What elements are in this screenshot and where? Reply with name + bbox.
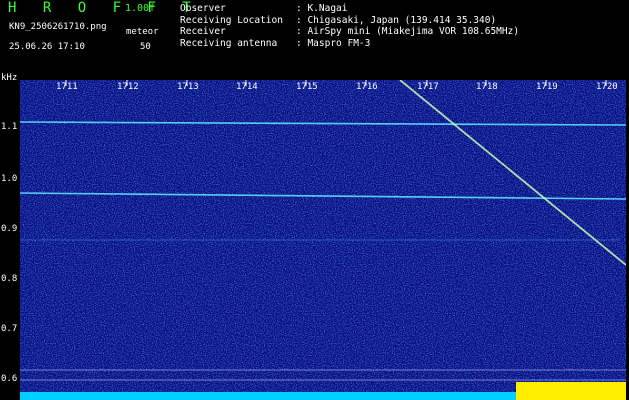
timestamp-label: 25.06.26 17:10 xyxy=(9,42,85,52)
x-tick-1712: 1712 xyxy=(117,82,139,92)
x-tick-1719: 1719 xyxy=(536,82,558,92)
meta-value: : Chigasaki, Japan (139.414 35.340) xyxy=(296,14,497,26)
meta-key: Observer xyxy=(180,3,226,14)
signal-level-strip xyxy=(20,382,626,400)
meta-row-antenna: Receiving antenna : Maspro FM-3 xyxy=(180,38,519,50)
y-tick-0.9: 0.9 xyxy=(1,224,18,234)
y-tick-0.6: 0.6 xyxy=(1,374,18,384)
meta-value: : K.Nagai xyxy=(296,3,348,14)
spectrogram-noise xyxy=(20,80,626,396)
y-axis-unit: kHz xyxy=(1,73,18,83)
filename-label: KN9_2506261710.png xyxy=(9,22,107,32)
x-tick-1716: 1716 xyxy=(356,82,378,92)
y-tick-1.1: 1.1 xyxy=(1,122,18,132)
meta-row-receiver: Receiver : AirSpy mini (Miakejima VOR 108… xyxy=(180,26,519,38)
version-label: 1.00f xyxy=(125,3,156,14)
mode-label: meteor xyxy=(126,27,159,37)
spectrogram-canvas xyxy=(20,80,626,396)
meta-row-observer: Observer : K.Nagai xyxy=(180,3,519,15)
x-tick-1711: 1711 xyxy=(56,82,78,92)
x-tick-1717: 1717 xyxy=(417,82,439,92)
spectrogram xyxy=(20,80,626,396)
app-title: H R O F F T xyxy=(8,0,200,16)
y-tick-1.0: 1.0 xyxy=(1,174,18,184)
x-tick-1720: 1720 xyxy=(596,82,618,92)
station-meta: Observer : K.Nagai Receiving Location : Ch… xyxy=(180,3,519,49)
x-tick-1715: 1715 xyxy=(296,82,318,92)
x-tick-1713: 1713 xyxy=(177,82,199,92)
y-tick-0.7: 0.7 xyxy=(1,324,18,334)
meta-row-location: Receiving Location : Chigasaki, Japan (13… xyxy=(180,15,519,27)
y-tick-0.8: 0.8 xyxy=(1,274,18,284)
header-panel: H R O F F T 1.00f KN9_2506261710.png met… xyxy=(0,0,629,78)
count-label: 50 xyxy=(140,42,151,52)
x-tick-1718: 1718 xyxy=(476,82,498,92)
meta-value: : AirSpy mini (Miakejima VOR 108.65MHz) xyxy=(296,26,520,38)
meta-value: : Maspro FM-3 xyxy=(296,37,371,49)
signal-level-high xyxy=(516,382,626,400)
x-tick-1714: 1714 xyxy=(236,82,258,92)
meta-key: Receiving Location xyxy=(180,14,283,26)
meta-key: Receiving antenna xyxy=(180,37,278,49)
meta-key: Receiver xyxy=(180,26,226,38)
